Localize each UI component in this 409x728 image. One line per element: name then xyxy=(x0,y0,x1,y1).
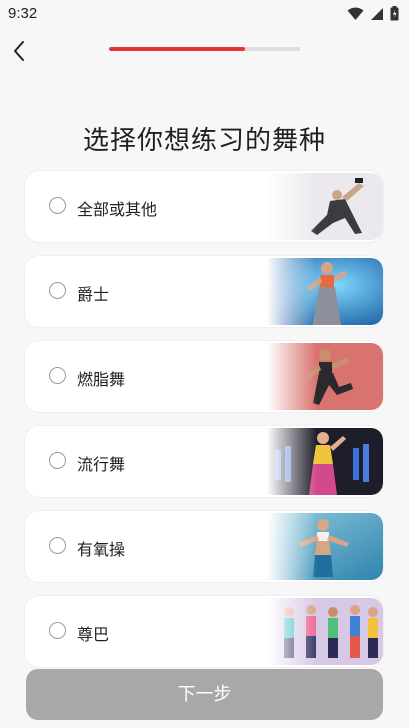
next-step-button[interactable]: 下一步 xyxy=(26,669,383,720)
option-label: 有氧操 xyxy=(77,540,126,559)
image-fade xyxy=(267,173,317,240)
back-button[interactable] xyxy=(8,38,32,64)
option-label: 流行舞 xyxy=(77,455,126,474)
option-all-or-other[interactable]: 全部或其他 xyxy=(25,171,383,242)
radio-button[interactable] xyxy=(49,622,66,639)
radio-button[interactable] xyxy=(49,537,66,554)
page-title: 选择你想练习的舞种 xyxy=(82,126,326,156)
option-label: 尊巴 xyxy=(77,625,110,644)
image-fade xyxy=(267,598,317,665)
dancer-teal-icon xyxy=(267,513,383,580)
image-fade xyxy=(267,258,317,325)
option-jazz[interactable]: 爵士 xyxy=(25,256,383,327)
status-icons xyxy=(347,6,399,21)
image-fade xyxy=(267,428,317,495)
dancer-black-icon xyxy=(267,428,383,495)
progress-fill xyxy=(109,47,245,51)
progress-bar xyxy=(109,47,300,51)
wifi-icon xyxy=(347,7,364,20)
chevron-left-icon xyxy=(14,41,24,61)
signal-icon xyxy=(371,7,383,20)
dancer-blue-icon xyxy=(267,258,383,325)
option-aerobics[interactable]: 有氧操 xyxy=(25,511,383,582)
radio-button[interactable] xyxy=(49,197,66,214)
battery-icon xyxy=(390,6,399,21)
image-fade xyxy=(267,513,317,580)
status-time: 9:32 xyxy=(8,5,38,22)
dancer-group-icon xyxy=(267,598,383,665)
image-fade xyxy=(267,343,317,410)
radio-button[interactable] xyxy=(49,367,66,384)
option-zumba[interactable]: 尊巴 xyxy=(25,596,383,667)
dancer-white-icon xyxy=(267,173,383,240)
option-label: 燃脂舞 xyxy=(77,370,126,389)
option-pop-dance[interactable]: 流行舞 xyxy=(25,426,383,497)
dancer-red-icon xyxy=(267,343,383,410)
option-label: 爵士 xyxy=(77,285,110,304)
option-fat-burning[interactable]: 燃脂舞 xyxy=(25,341,383,412)
dance-style-list: 全部或其他 爵士 燃脂舞 流行舞 有氧操 尊巴 xyxy=(25,171,383,681)
radio-button[interactable] xyxy=(49,282,66,299)
radio-button[interactable] xyxy=(49,452,66,469)
option-label: 全部或其他 xyxy=(77,200,158,219)
status-bar: 9:32 xyxy=(0,0,409,28)
